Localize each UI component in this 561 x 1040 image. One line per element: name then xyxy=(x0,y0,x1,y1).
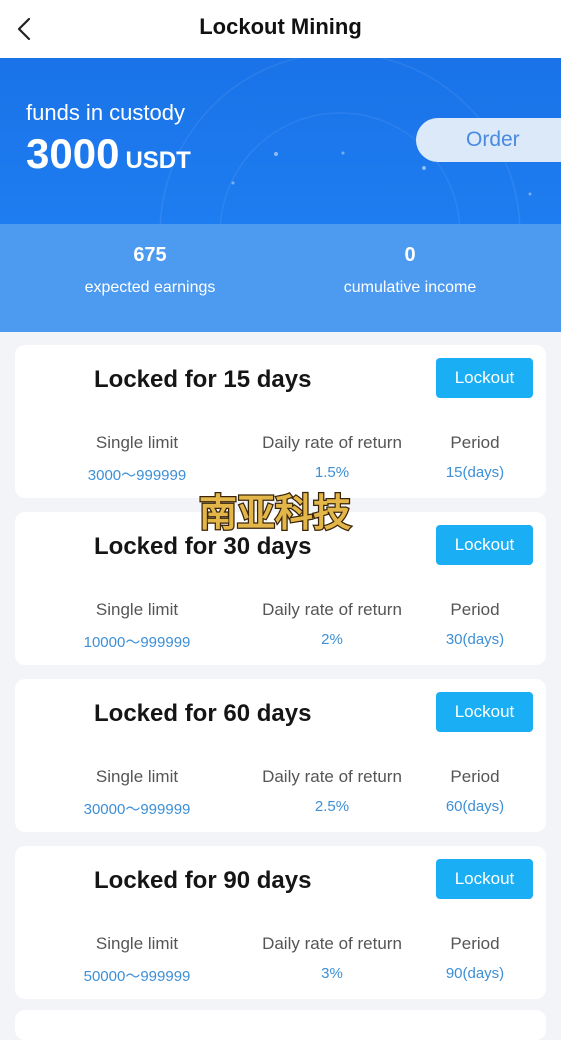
plan-title: Locked for 15 days xyxy=(94,366,312,393)
cumulative-income-label: cumulative income xyxy=(343,279,477,296)
daily-rate-label: Daily rate of return xyxy=(262,767,402,786)
daily-rate-label: Daily rate of return xyxy=(262,600,402,619)
single-limit-label: Single limit xyxy=(95,600,179,619)
custody-banner: funds in custody 3000 USDT Order xyxy=(0,58,561,224)
period-label: Period xyxy=(450,767,500,786)
period-label: Period xyxy=(450,433,500,452)
funds-unit: USDT xyxy=(125,147,191,174)
single-limit-label: Single limit xyxy=(95,433,179,452)
plan-card-15-days: Locked for 15 days Lockout Single limit … xyxy=(15,345,546,498)
earnings-summary: 675 expected earnings 0 cumulative incom… xyxy=(0,224,561,332)
plan-card-60-days: Locked for 60 days Lockout Single limit … xyxy=(15,679,546,832)
period-label: Period xyxy=(450,600,500,619)
lockout-button[interactable]: Lockout xyxy=(436,525,533,565)
single-limit-value: 30000～999999 xyxy=(83,801,191,818)
expected-earnings: 675 expected earnings xyxy=(40,244,260,297)
period-value: 60(days) xyxy=(445,798,505,815)
lockout-button[interactable]: Lockout xyxy=(436,358,533,398)
single-limit-value: 10000～999999 xyxy=(83,634,191,651)
cumulative-income: 0 cumulative income xyxy=(300,244,520,297)
plan-title: Locked for 90 days xyxy=(94,867,312,894)
daily-rate-value: 2% xyxy=(321,631,343,648)
plan-card-partial xyxy=(15,1010,546,1040)
period-value: 15(days) xyxy=(445,464,505,481)
watermark-logo: 南亚科技 xyxy=(198,489,353,537)
single-limit-label: Single limit xyxy=(95,767,179,786)
plan-list: Locked for 15 days Lockout Single limit … xyxy=(15,345,546,1013)
period-label: Period xyxy=(450,934,500,953)
funds-value: 3000 xyxy=(26,130,120,177)
lockout-button[interactable]: Lockout xyxy=(436,692,533,732)
daily-rate-value: 3% xyxy=(321,965,343,982)
single-limit-value: 50000～999999 xyxy=(83,968,191,985)
funds-amount: 3000 USDT xyxy=(26,130,191,178)
period-value: 30(days) xyxy=(445,631,505,648)
expected-earnings-label: expected earnings xyxy=(84,279,216,296)
page-title: Lockout Mining xyxy=(199,14,362,39)
expected-earnings-value: 675 xyxy=(133,244,167,266)
daily-rate-label: Daily rate of return xyxy=(262,433,402,452)
lockout-button[interactable]: Lockout xyxy=(436,859,533,899)
plan-title: Locked for 60 days xyxy=(94,700,312,727)
plan-card-90-days: Locked for 90 days Lockout Single limit … xyxy=(15,846,546,999)
daily-rate-label: Daily rate of return xyxy=(262,934,402,953)
order-button[interactable]: Order xyxy=(416,118,561,162)
period-value: 90(days) xyxy=(445,965,505,982)
single-limit-label: Single limit xyxy=(95,934,179,953)
top-bar: Lockout Mining xyxy=(0,0,561,58)
funds-label: funds in custody xyxy=(26,100,185,125)
daily-rate-value: 2.5% xyxy=(314,798,350,815)
cumulative-income-value: 0 xyxy=(404,244,416,266)
watermark-text: 南亚科技 xyxy=(199,490,351,535)
